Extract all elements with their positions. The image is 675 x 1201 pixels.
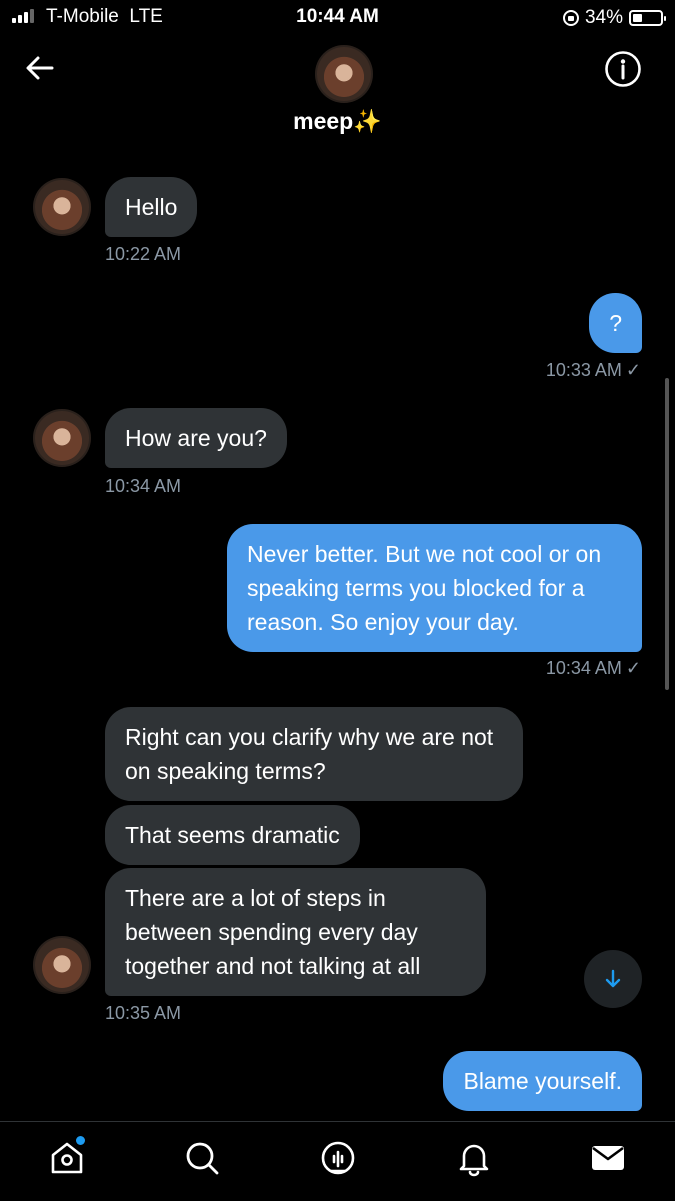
incoming-message[interactable]: There are a lot of steps in between spen…	[105, 868, 486, 996]
outgoing-message[interactable]: Never better. But we not cool or on spea…	[227, 524, 642, 652]
spaces-icon[interactable]	[318, 1138, 358, 1178]
avatar[interactable]	[315, 45, 373, 103]
avatar[interactable]	[33, 936, 91, 994]
incoming-message[interactable]: Hello	[105, 177, 198, 237]
message-timestamp: 10:35 AM	[105, 1003, 182, 1023]
incoming-message[interactable]: That seems dramatic	[105, 805, 360, 865]
incoming-message[interactable]: Right can you clarify why we are not on …	[105, 707, 523, 801]
rotation-lock-icon	[562, 10, 579, 26]
message-timestamp: 10:34 AM	[545, 658, 622, 678]
notifications-icon[interactable]	[454, 1138, 494, 1178]
battery-icon	[629, 10, 666, 26]
message-timestamp: 10:22 AM	[105, 244, 182, 264]
avatar[interactable]	[33, 178, 91, 236]
arrow-down-icon	[605, 969, 621, 988]
message-timestamp: 10:33 AM	[545, 360, 622, 380]
battery-percent: 34%	[584, 7, 623, 28]
avatar[interactable]	[33, 409, 91, 467]
outgoing-message[interactable]: Blame yourself.	[443, 1051, 642, 1111]
notification-dot	[76, 1136, 85, 1145]
conversation-title[interactable]: meep✨	[0, 108, 675, 135]
message-timestamp: 10:34 AM	[105, 476, 182, 496]
messages-icon[interactable]	[588, 1138, 628, 1178]
info-icon[interactable]	[604, 50, 642, 88]
read-check-icon: ✓	[625, 658, 641, 678]
scroll-to-bottom-button[interactable]	[584, 950, 642, 1008]
outgoing-message[interactable]: ?	[589, 293, 642, 353]
read-check-icon: ✓	[625, 360, 641, 380]
incoming-message[interactable]: How are you?	[105, 408, 287, 468]
search-icon[interactable]	[182, 1138, 222, 1178]
status-bar: T-Mobile LTE 10:44 AM 34%	[0, 0, 675, 34]
arrow-left-icon[interactable]	[24, 52, 56, 84]
scrollbar[interactable]	[665, 378, 669, 690]
